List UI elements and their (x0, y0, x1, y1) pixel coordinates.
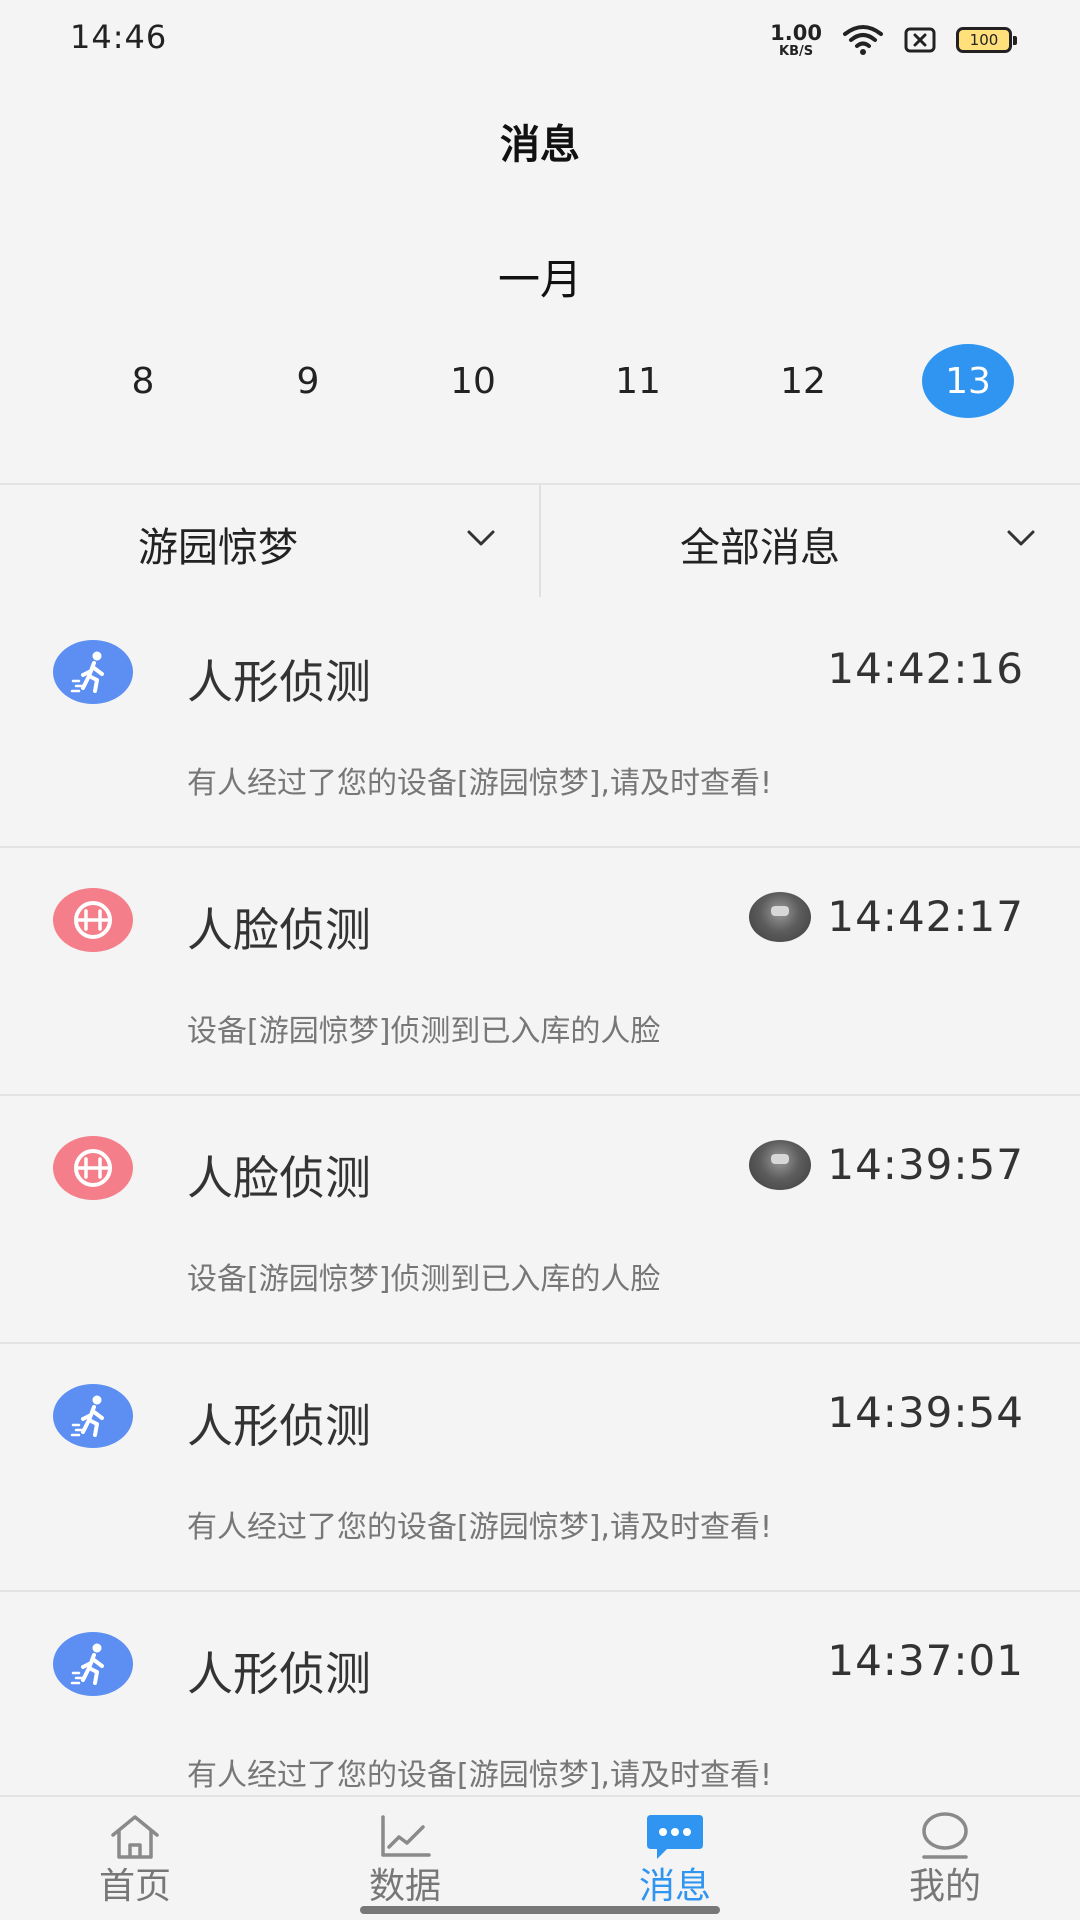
day-11[interactable]: 11 (592, 344, 684, 418)
day-13-selected[interactable]: 13 (922, 344, 1014, 418)
nav-home[interactable]: 首页 (35, 1797, 235, 1920)
message-icon (647, 1815, 703, 1859)
message-description: 有人经过了您的设备[游园惊梦],请及时查看! (187, 766, 772, 801)
home-icon (111, 1815, 159, 1859)
nav-data-label: 数据 (368, 1866, 441, 1907)
face-detect-icon (53, 1136, 133, 1200)
message-item[interactable]: 人形侦测 14:42:16 有人经过了您的设备[游园惊梦],请及时查看! (0, 600, 1080, 848)
message-time: 14:37:01 (827, 1636, 1024, 1685)
message-title: 人脸侦测 (187, 903, 371, 957)
message-description: 有人经过了您的设备[游园惊梦],请及时查看! (187, 1758, 772, 1793)
status-bar: 14:46 1.00 KB/S 100 (0, 0, 1080, 78)
face-detect-icon (53, 888, 133, 952)
network-speed: 1.00 KB/S (770, 20, 822, 59)
nav-messages-label: 消息 (638, 1866, 711, 1907)
message-item[interactable]: 人形侦测 14:37:01 有人经过了您的设备[游园惊梦],请及时查看! (0, 1592, 1080, 1795)
message-description: 有人经过了您的设备[游园惊梦],请及时查看! (187, 1510, 772, 1545)
message-time: 14:39:54 (827, 1388, 1024, 1437)
status-icons: 1.00 KB/S 100 (770, 18, 1017, 62)
message-item[interactable]: 人脸侦测 14:39:57 设备[游园惊梦]侦测到已入库的人脸 (0, 1096, 1080, 1344)
message-time: 14:42:16 (827, 644, 1024, 693)
chart-icon (381, 1815, 431, 1857)
network-speed-unit: KB/S (779, 43, 814, 59)
message-time: 14:39:57 (827, 1140, 1024, 1189)
profile-icon (922, 1812, 968, 1859)
nav-profile-label: 我的 (908, 1866, 981, 1907)
home-indicator[interactable] (360, 1906, 720, 1914)
no-sim-icon (904, 27, 936, 53)
wifi-icon (843, 25, 883, 55)
message-type-filter-label: 全部消息 (680, 525, 840, 571)
day-8[interactable]: 8 (97, 344, 189, 418)
message-title: 人形侦测 (187, 1399, 371, 1453)
day-9[interactable]: 9 (262, 344, 354, 418)
face-snapshot-thumbnail[interactable] (749, 1140, 811, 1190)
face-snapshot-thumbnail[interactable] (749, 892, 811, 942)
chevron-down-icon (1007, 530, 1035, 546)
message-title: 人形侦测 (187, 655, 371, 709)
day-12[interactable]: 12 (757, 344, 849, 418)
device-filter-label: 游园惊梦 (138, 525, 298, 571)
day-10[interactable]: 10 (427, 344, 519, 418)
status-time: 14:46 (70, 18, 168, 56)
filter-bar: 游园惊梦 全部消息 (0, 483, 1080, 597)
month-label[interactable]: 一月 (0, 246, 1080, 307)
nav-messages[interactable]: 消息 (575, 1797, 775, 1920)
message-item[interactable]: 人形侦测 14:39:54 有人经过了您的设备[游园惊梦],请及时查看! (0, 1344, 1080, 1592)
message-time: 14:42:17 (827, 892, 1024, 941)
chevron-down-icon (467, 530, 495, 546)
nav-data[interactable]: 数据 (305, 1797, 505, 1920)
messages-screen: 14:46 1.00 KB/S 100 消息 一月 8 9 10 11 12 1… (0, 0, 1080, 1920)
battery-icon: 100 (956, 27, 1017, 53)
person-walking-icon (53, 640, 133, 704)
message-title: 人脸侦测 (187, 1151, 371, 1205)
person-walking-icon (53, 1632, 133, 1696)
message-description: 设备[游园惊梦]侦测到已入库的人脸 (187, 1014, 661, 1049)
message-list: 人形侦测 14:42:16 有人经过了您的设备[游园惊梦],请及时查看! 人脸侦… (0, 600, 1080, 1795)
device-filter-dropdown[interactable]: 游园惊梦 (0, 485, 539, 597)
network-speed-value: 1.00 (770, 20, 822, 45)
nav-home-label: 首页 (98, 1866, 171, 1907)
page-title: 消息 (500, 122, 580, 168)
message-description: 设备[游园惊梦]侦测到已入库的人脸 (187, 1262, 661, 1297)
message-type-filter-dropdown[interactable]: 全部消息 (541, 485, 1080, 597)
day-selector: 8 9 10 11 12 13 (0, 344, 1080, 428)
bottom-nav: 首页 数据 消息 我的 (0, 1795, 1080, 1920)
person-walking-icon (53, 1384, 133, 1448)
message-title: 人形侦测 (187, 1647, 371, 1701)
message-item[interactable]: 人脸侦测 14:42:17 设备[游园惊梦]侦测到已入库的人脸 (0, 848, 1080, 1096)
nav-profile[interactable]: 我的 (845, 1797, 1045, 1920)
